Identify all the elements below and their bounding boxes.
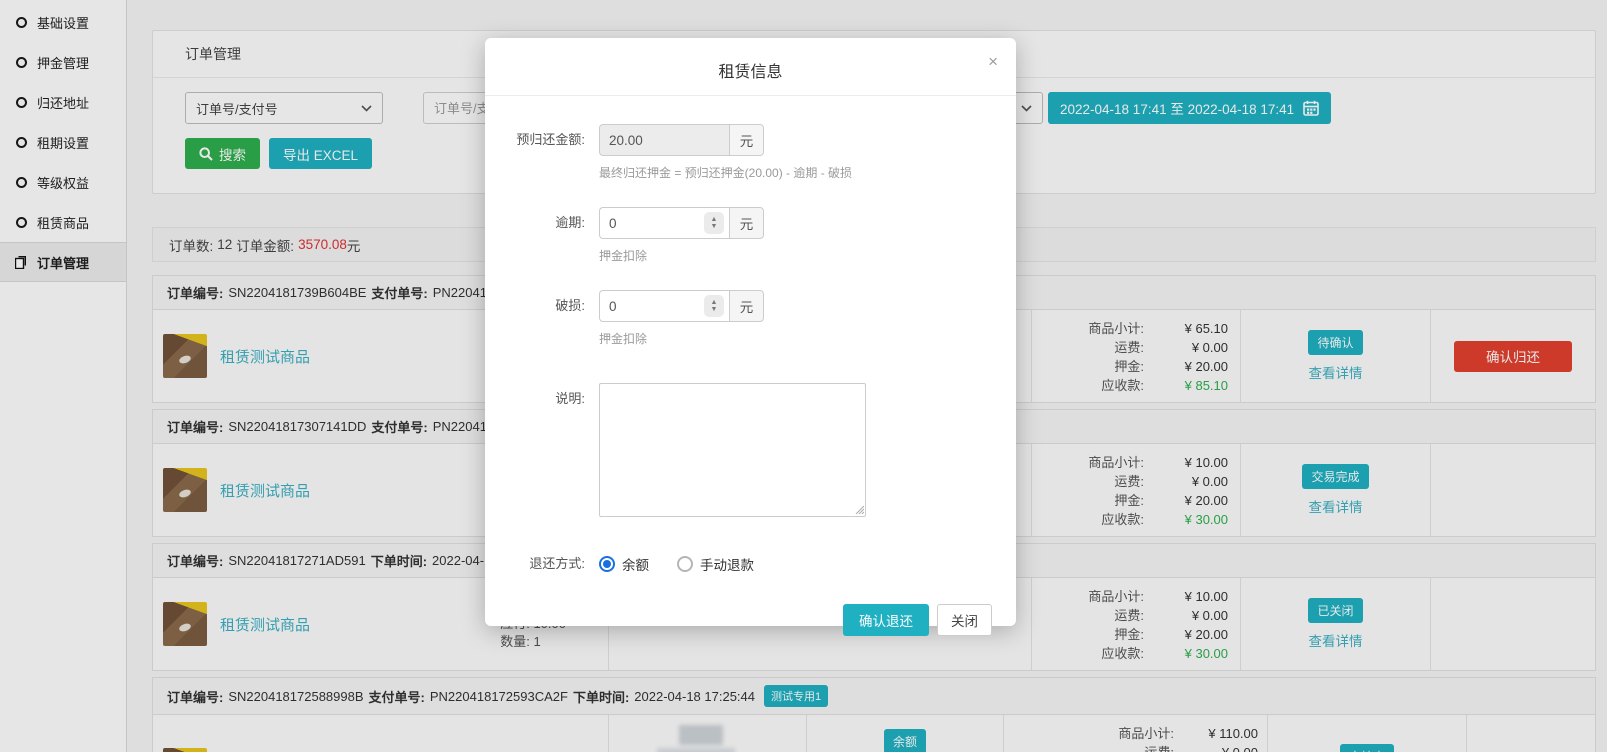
damage-help: 押金扣除	[599, 330, 764, 347]
note-label: 说明:	[485, 383, 585, 520]
pre-refund-label: 预归还金额:	[485, 124, 585, 181]
refund-method-label: 退还方式:	[485, 554, 585, 574]
overdue-help: 押金扣除	[599, 247, 764, 264]
currency-unit-addon: 元	[729, 290, 764, 322]
pre-refund-input	[599, 124, 729, 156]
currency-unit-addon: 元	[729, 207, 764, 239]
damage-label: 破损:	[485, 290, 585, 347]
note-textarea[interactable]	[599, 383, 866, 517]
pre-refund-group: 预归还金额: 元 最终归还押金 = 预归还押金(20.00) - 逾期 - 破损	[485, 124, 992, 181]
radio-unselected-icon[interactable]	[677, 556, 693, 572]
modal-footer: 确认退还 关闭	[485, 604, 992, 636]
note-group: 说明:	[485, 383, 992, 520]
confirm-refund-button[interactable]: 确认退还	[843, 604, 929, 636]
rental-info-modal: × 租赁信息 预归还金额: 元 最终归还押金 = 预归还押金(20.00) - …	[485, 38, 1016, 626]
modal-header: 租赁信息	[485, 38, 1016, 96]
pre-refund-help: 最终归还押金 = 预归还押金(20.00) - 逾期 - 破损	[599, 164, 852, 181]
refund-option-manual[interactable]: 手动退款	[677, 554, 754, 574]
modal-title: 租赁信息	[718, 58, 782, 82]
overdue-group: 逾期: ▲▼ 元 押金扣除	[485, 207, 992, 264]
close-icon[interactable]: ×	[988, 53, 998, 70]
refund-method-group: 退还方式: 余额 手动退款	[485, 554, 992, 574]
overdue-label: 逾期:	[485, 207, 585, 264]
modal-body: 预归还金额: 元 最终归还押金 = 预归还押金(20.00) - 逾期 - 破损…	[485, 124, 1016, 636]
close-button[interactable]: 关闭	[937, 604, 992, 636]
damage-group: 破损: ▲▼ 元 押金扣除	[485, 290, 992, 347]
number-spinner-icon[interactable]: ▲▼	[704, 295, 724, 317]
currency-unit-addon: 元	[729, 124, 764, 156]
radio-selected-icon[interactable]	[599, 556, 615, 572]
number-spinner-icon[interactable]: ▲▼	[704, 212, 724, 234]
refund-option-balance[interactable]: 余额	[599, 554, 649, 574]
